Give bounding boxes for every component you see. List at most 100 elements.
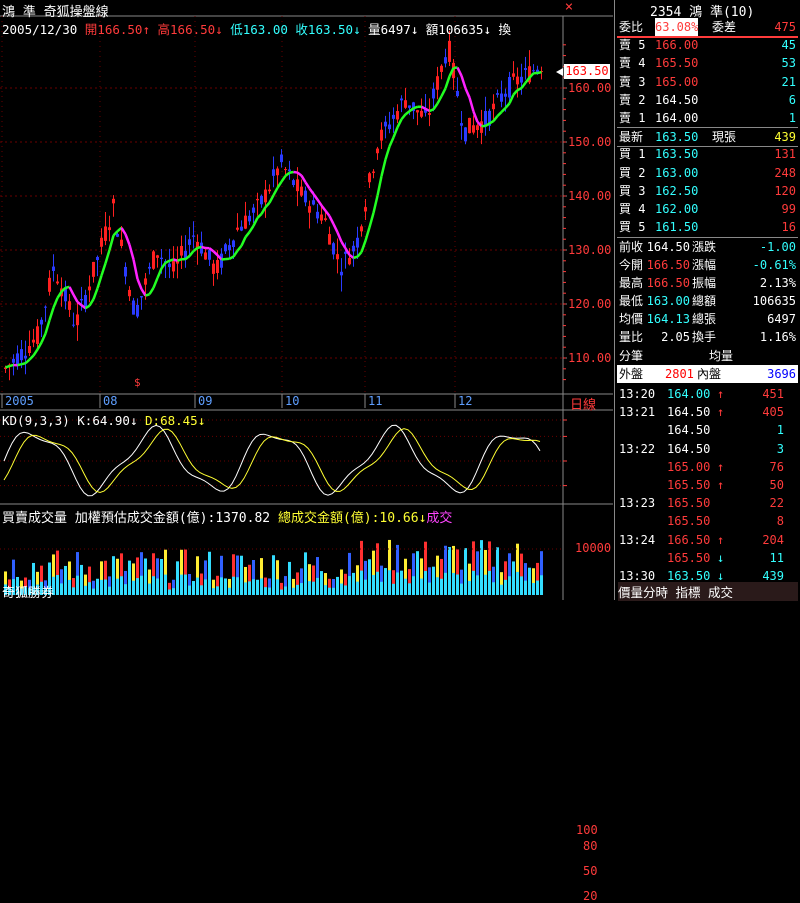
stat-row[interactable]: 最低163.00總額106635 <box>617 292 798 310</box>
bid-row[interactable]: 買 4162.0099 <box>617 200 798 218</box>
candle-body <box>68 301 71 310</box>
ask-row[interactable]: 賣 5166.0045 <box>617 36 798 54</box>
bid-row[interactable]: 買 1163.50131 <box>617 145 798 163</box>
ma-segment <box>310 188 314 194</box>
ma-segment <box>446 76 450 88</box>
candle-body <box>136 305 139 317</box>
volume-bar-inner <box>220 577 223 595</box>
tick-qty: 405 <box>762 403 784 421</box>
candle-body <box>228 245 231 250</box>
stat-row[interactable]: 前收164.50漲跌-1.00 <box>617 237 798 256</box>
bid-row[interactable]: 買 5161.5016 <box>617 218 798 236</box>
ask-row[interactable]: 賣 3165.0021 <box>617 73 798 91</box>
candle-body <box>56 282 59 284</box>
tick-row[interactable]: 165.00↑76 <box>617 458 798 476</box>
stat-row[interactable]: 均價164.13總張6497 <box>617 310 798 328</box>
volume-bar-inner <box>472 571 475 595</box>
ma-segment <box>382 159 386 176</box>
volume-bar-inner <box>284 586 287 595</box>
ma-segment <box>250 226 254 232</box>
tick-row[interactable]: 165.508 <box>617 512 798 530</box>
ma-segment <box>518 88 522 90</box>
ma-segment <box>190 251 194 256</box>
avg-label: 分筆 <box>619 347 643 365</box>
avg-row[interactable]: 分筆均量 <box>617 347 798 367</box>
ratio-row[interactable]: 委比63.08%委差475 <box>617 18 798 38</box>
bid-row[interactable]: 買 3162.50120 <box>617 182 798 200</box>
ma-segment <box>462 76 466 89</box>
tick-row[interactable]: 165.50↑50 <box>617 476 798 494</box>
ma-segment <box>10 365 14 366</box>
ma-segment <box>230 257 234 259</box>
candle-body <box>168 264 171 268</box>
bid-row[interactable]: 買 2163.00248 <box>617 164 798 182</box>
volume-bar-inner <box>508 576 511 595</box>
tick-row[interactable]: 13:20164.00↑451 <box>617 385 798 403</box>
candle-body <box>476 125 479 130</box>
total-amount: 總成交金額(億):10.66↓ <box>278 511 426 526</box>
stat-label-2: 漲幅 <box>692 256 716 274</box>
candle-body <box>356 238 359 248</box>
volume-bar-inner <box>328 588 331 595</box>
tick-price: 165.50 <box>667 549 710 567</box>
candle-body <box>156 255 159 258</box>
ask-row[interactable]: 賣 4165.5053 <box>617 54 798 72</box>
ma-segment <box>434 104 438 110</box>
tick-time: 13:23 <box>619 494 655 512</box>
ask-row[interactable]: 賣 1164.001 <box>617 109 798 127</box>
ask-label: 賣 4 <box>619 54 645 72</box>
volume-bar-inner <box>184 575 187 595</box>
candle-body <box>188 239 191 245</box>
tick-row[interactable]: 13:21164.50↑405 <box>617 403 798 421</box>
candle-body <box>260 196 263 204</box>
volume-bottom-label: 奇狐勝券 <box>2 582 54 601</box>
volume-bar-inner <box>152 576 155 595</box>
volume-bar-inner <box>344 585 347 595</box>
volume-bar-inner <box>248 581 251 595</box>
candle-body <box>532 70 535 71</box>
volume-bar-inner <box>156 579 159 595</box>
candle-body <box>104 226 107 240</box>
volume-bar-inner <box>224 588 227 595</box>
volume-bar-inner <box>312 582 315 595</box>
candle-body <box>192 236 195 237</box>
volume-bar-inner <box>208 576 211 595</box>
kd-axis: 100805020 <box>563 410 613 505</box>
ma-segment <box>6 366 10 367</box>
candle-body <box>72 325 75 326</box>
candle-body <box>280 155 283 163</box>
candle-body <box>248 216 251 222</box>
tick-row[interactable]: 164.501 <box>617 421 798 439</box>
ask-qty: 45 <box>782 36 796 54</box>
stat-row[interactable]: 量比2.05換手1.16% <box>617 328 798 346</box>
ma-segment <box>522 83 526 88</box>
stat-row[interactable]: 最高166.50振幅2.13% <box>617 274 798 292</box>
last-row[interactable]: 最新163.50現張439 <box>617 127 798 147</box>
ma-segment <box>122 228 126 234</box>
ask-row[interactable]: 賣 2164.506 <box>617 91 798 109</box>
candle-body <box>316 212 319 219</box>
tick-row[interactable]: 13:22164.503 <box>617 440 798 458</box>
candle-body <box>36 326 39 344</box>
tick-row[interactable]: 13:23165.5022 <box>617 494 798 512</box>
ma-segment <box>54 298 58 308</box>
tick-row[interactable]: 13:24166.50↑204 <box>617 531 798 549</box>
price-tick-label: 130.00 <box>568 243 611 257</box>
stat-label: 最高 <box>619 274 643 292</box>
ma-segment <box>46 320 50 333</box>
quote-footer[interactable]: 價量分時 指標 成交 <box>618 582 798 601</box>
ma-segment <box>130 245 134 260</box>
volume-title: 買賣成交量 <box>2 511 67 526</box>
volume-now-qty: 439 <box>774 128 796 146</box>
ma-segment <box>406 111 410 114</box>
ma-segment <box>254 218 258 226</box>
inout-row[interactable]: 外盤2801內盤3696 <box>617 365 798 383</box>
volume-bar-inner <box>376 572 379 595</box>
tick-price: 164.00 <box>667 385 710 403</box>
tick-arrow: ↑ <box>717 458 724 476</box>
tick-time: 13:22 <box>619 440 655 458</box>
candle-body <box>360 226 363 231</box>
tick-row[interactable]: 165.50↓11 <box>617 549 798 567</box>
ma-segment <box>386 146 390 159</box>
stat-row[interactable]: 今開166.50漲幅-0.61% <box>617 256 798 274</box>
